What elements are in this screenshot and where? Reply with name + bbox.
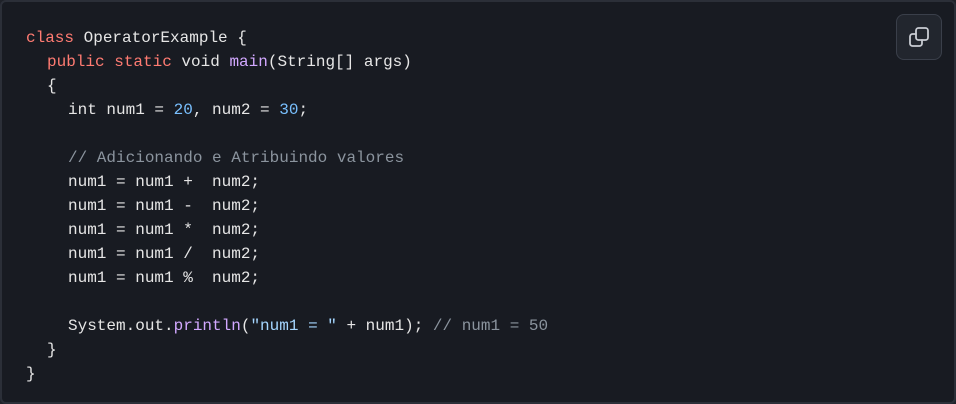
code-line-10: num1 = num1 / num2;	[26, 242, 548, 266]
function-name: println	[173, 317, 241, 335]
function-name: main	[229, 53, 268, 71]
code-text: (String[] args)	[267, 53, 412, 71]
code-text: int num1 =	[68, 101, 174, 119]
keyword: static	[114, 53, 172, 71]
code-line-12-blank	[26, 290, 548, 314]
code-text: , num2 =	[192, 101, 280, 119]
code-text: num1 = num1 * num2;	[68, 221, 261, 239]
code-block: class OperatorExample {public static voi…	[0, 0, 956, 404]
code-line-5-blank	[26, 122, 548, 146]
code-text: num1 = num1 / num2;	[68, 245, 261, 263]
code-line-9: num1 = num1 * num2;	[26, 218, 548, 242]
code-text: ;	[298, 101, 309, 119]
copy-icon	[909, 27, 929, 47]
code-text: }	[47, 341, 57, 359]
code-text: {	[47, 77, 57, 95]
code-text: num1 = num1 - num2;	[68, 197, 261, 215]
keyword: public	[47, 53, 105, 71]
code-text: }	[26, 365, 36, 383]
code-text: num1 = num1 % num2;	[68, 269, 261, 287]
number-literal: 30	[279, 101, 299, 119]
code-line-1: class OperatorExample {	[26, 26, 548, 50]
code-text: OperatorExample {	[74, 29, 247, 47]
code-text: num1 = num1 + num2;	[68, 173, 261, 191]
string-literal: "num1 = "	[250, 317, 337, 335]
code-line-6: // Adicionando e Atribuindo valores	[26, 146, 548, 170]
code-comment: // num1 = 50	[432, 317, 549, 335]
code-comment: // Adicionando e Atribuindo valores	[68, 149, 405, 167]
code-line-3: {	[26, 74, 548, 98]
code-text: void	[171, 53, 230, 71]
code-line-14: }	[26, 338, 548, 362]
copy-button[interactable]	[896, 14, 942, 60]
code-content: class OperatorExample {public static voi…	[26, 26, 548, 386]
code-text: System.out.	[68, 317, 174, 335]
code-line-13: System.out.println("num1 = " + num1); //…	[26, 314, 548, 338]
code-line-8: num1 = num1 - num2;	[26, 194, 548, 218]
code-line-11: num1 = num1 % num2;	[26, 266, 548, 290]
number-literal: 20	[173, 101, 193, 119]
code-line-7: num1 = num1 + num2;	[26, 170, 548, 194]
code-line-2: public static void main(String[] args)	[26, 50, 548, 74]
code-text: (	[240, 317, 251, 335]
code-line-15: }	[26, 362, 548, 386]
code-text: + num1);	[336, 317, 433, 335]
code-line-4: int num1 = 20, num2 = 30;	[26, 98, 548, 122]
keyword: class	[26, 29, 75, 47]
